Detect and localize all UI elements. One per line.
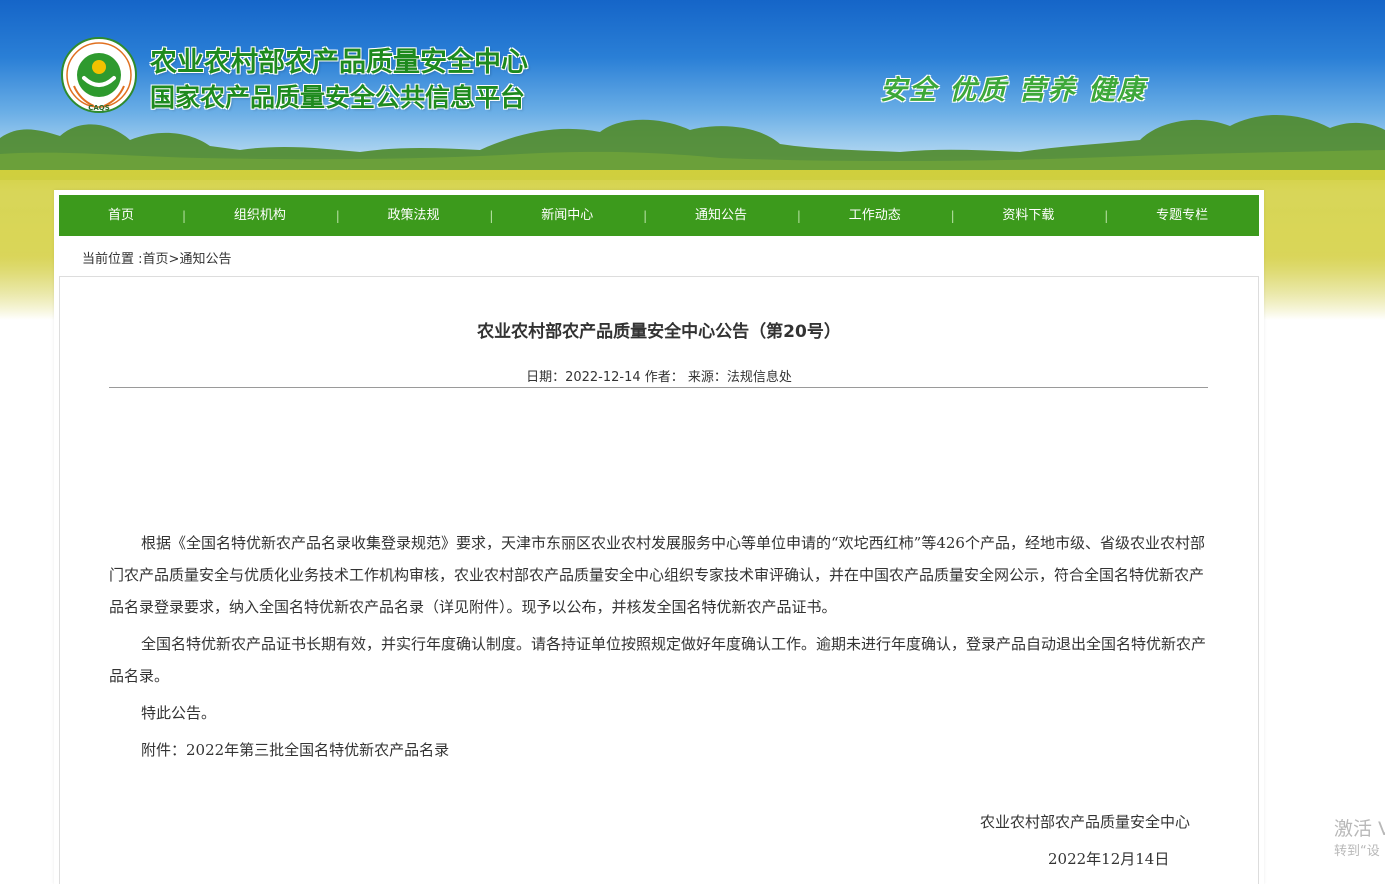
article-paragraph: 根据《全国名特优新农产品名录收集登录规范》要求，天津市东丽区农业农村发展服务中心… <box>109 534 1205 616</box>
activation-watermark-sub: 转到“设 <box>1334 844 1380 859</box>
nav-item-work-updates[interactable]: 工作动态 <box>798 195 952 236</box>
site-title-primary: 农业农村部农产品质量安全中心 <box>150 47 528 78</box>
nav-item-policy[interactable]: 政策法规 <box>337 195 491 236</box>
nav-item-special-topics[interactable]: 专题专栏 <box>1105 195 1259 236</box>
logo-text: CAQS <box>88 104 110 112</box>
nav-item-home[interactable]: 首页 <box>59 195 183 236</box>
article-panel: 农业农村部农产品质量安全中心公告（第20号） 日期：2022-12-14 作者：… <box>59 276 1259 884</box>
breadcrumb-prefix: 当前位置 : <box>82 252 143 267</box>
article-title: 农业农村部农产品质量安全中心公告（第20号） <box>477 322 841 342</box>
caqs-logo-icon: CAQS <box>61 37 137 113</box>
breadcrumb-home-link[interactable]: 首页 <box>143 252 169 267</box>
article-paragraph: 全国名特优新农产品证书长期有效，并实行年度确认制度。请各持证单位按照规定做好年度… <box>109 635 1207 685</box>
main-nav: 首页 | 组织机构 | 政策法规 | 新闻中心 | 通知公告 | 工作动态 | … <box>59 195 1259 236</box>
breadcrumb-separator: > <box>168 252 180 267</box>
article-signature-date: 2022年12月14日 <box>1048 850 1170 868</box>
site-slogan: 安全 优质 营养 健康 <box>880 75 1147 106</box>
article-paragraph: 特此公告。 <box>141 704 217 722</box>
article-body: 根据《全国名特优新农产品名录收集登录规范》要求，天津市东丽区农业农村发展服务中心… <box>109 527 1209 771</box>
article-signature: 农业农村部农产品质量安全中心 <box>980 813 1191 831</box>
title-divider <box>109 387 1208 388</box>
breadcrumb-current-link[interactable]: 通知公告 <box>179 252 231 267</box>
nav-item-news[interactable]: 新闻中心 <box>490 195 644 236</box>
activation-watermark: 激活 V <box>1334 818 1385 840</box>
site-title-secondary: 国家农产品质量安全公共信息平台 <box>150 83 526 112</box>
breadcrumb: 当前位置 :首页>通知公告 <box>82 248 231 267</box>
page: CAQS 农业农村部农产品质量安全中心 国家农产品质量安全公共信息平台 安全 优… <box>0 0 1385 884</box>
nav-item-organization[interactable]: 组织机构 <box>183 195 337 236</box>
attachment-link[interactable]: 附件：2022年第三批全国名特优新农产品名录 <box>109 734 1209 766</box>
main-container: 首页 | 组织机构 | 政策法规 | 新闻中心 | 通知公告 | 工作动态 | … <box>54 190 1264 884</box>
article-meta: 日期：2022-12-14 作者： 来源：法规信息处 <box>526 370 792 385</box>
nav-item-notices[interactable]: 通知公告 <box>644 195 798 236</box>
nav-item-downloads[interactable]: 资料下载 <box>952 195 1106 236</box>
